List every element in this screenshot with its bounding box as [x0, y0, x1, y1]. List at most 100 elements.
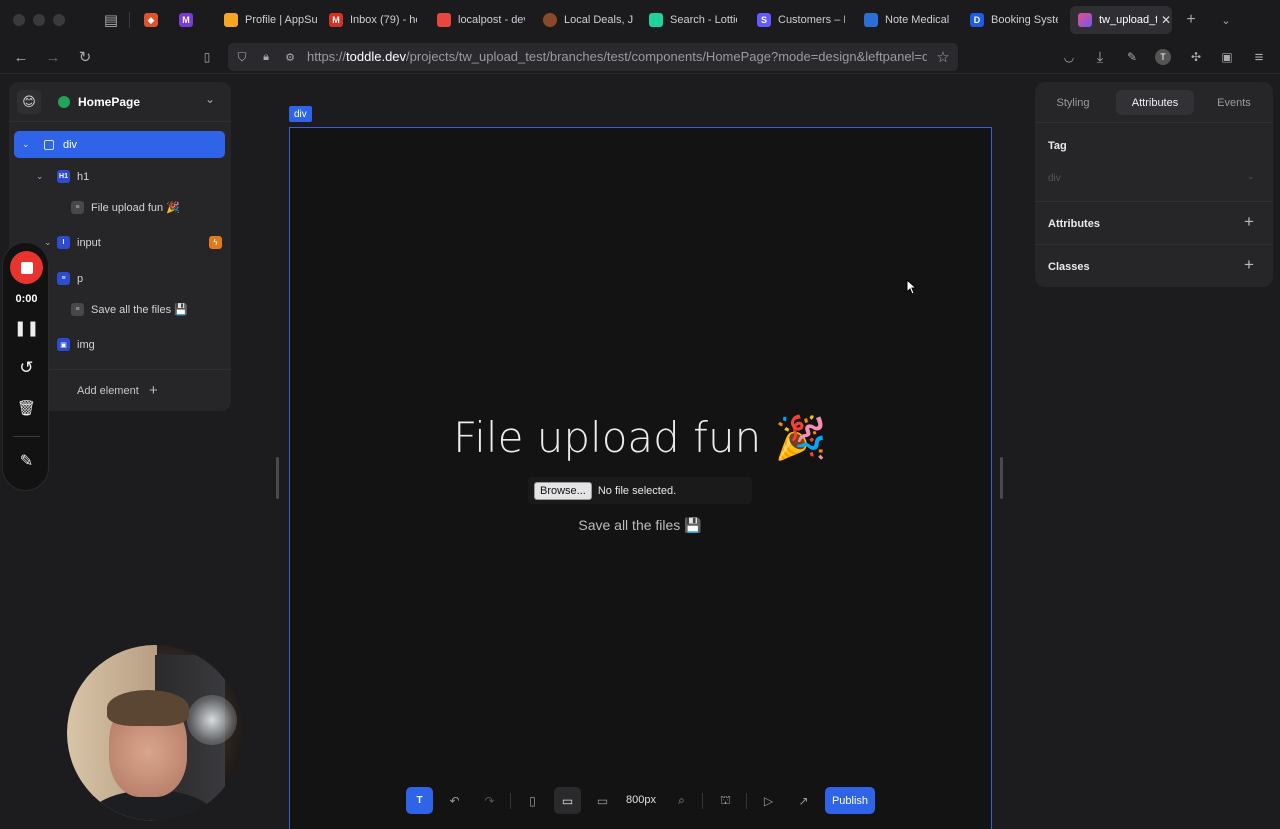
play-icon[interactable]: ▷ — [755, 787, 782, 814]
back-icon[interactable]: ← — [12, 48, 30, 66]
tab-title: localpost - dev — [458, 14, 525, 26]
graduation-cap-icon[interactable]: ⛫ — [712, 787, 739, 814]
tab-favicon — [224, 13, 238, 27]
browser-tab[interactable]: Profile | AppSu — [220, 6, 320, 34]
tree-node-label: File upload fun 🎉 — [91, 202, 180, 214]
reload-icon[interactable]: ↻ — [76, 48, 94, 66]
tab-favicon — [437, 13, 451, 27]
globe-icon — [58, 96, 70, 108]
permissions-icon[interactable]: ⚙ — [282, 49, 298, 65]
tree-node-text[interactable]: ≡ File upload fun 🎉 — [14, 194, 225, 221]
tab-title: Customers – Lo — [778, 14, 845, 26]
tag-label: Tag — [1048, 140, 1067, 152]
window-zoom-button[interactable] — [53, 14, 65, 26]
window-minimize-button[interactable] — [33, 14, 45, 26]
input-icon: I — [57, 236, 70, 249]
attributes-label: Attributes — [1048, 218, 1100, 230]
canvas-toolbar: T ↶ ↷ ▯ ▭ ▭ 800px ⌕ ⛫ ▷ ↗ Publish — [400, 784, 880, 818]
tree-node-label: h1 — [77, 170, 90, 183]
canvas-heading[interactable]: File upload fun 🎉 — [0, 413, 1280, 463]
resize-handle-right[interactable] — [1000, 457, 1003, 499]
stripe-icon: S — [757, 13, 771, 27]
tag-select[interactable]: div — [1048, 173, 1061, 184]
tab-title: Profile | AppSu — [245, 14, 318, 26]
redo-icon[interactable]: ↷ — [476, 787, 503, 814]
canvas-paragraph[interactable]: Save all the files 💾 — [0, 517, 1280, 534]
chevron-down-icon[interactable]: ⌄ — [205, 92, 215, 106]
browser-tab[interactable]: M Inbox (79) - he — [325, 6, 417, 34]
sidebar-icon[interactable]: ▣ — [1218, 48, 1236, 66]
tab-title: Booking Syste — [991, 14, 1058, 26]
forward-icon[interactable]: → — [44, 48, 62, 66]
bookmark-star-icon[interactable]: ☆ — [934, 48, 952, 66]
stop-icon — [20, 261, 33, 274]
window-close-button[interactable] — [13, 14, 25, 26]
publish-button[interactable]: Publish — [825, 787, 875, 814]
gmail-icon: M — [329, 13, 343, 27]
lock-icon[interactable]: 🔒︎ — [258, 49, 274, 65]
tree-node-label: div — [63, 138, 78, 151]
browser-tab[interactable]: Note Medical V — [860, 6, 952, 34]
browser-tab[interactable]: S Customers – Lo — [753, 6, 845, 34]
tablet-view-icon[interactable]: ▭ — [554, 787, 581, 814]
browser-tab[interactable]: D Booking Syste — [966, 6, 1058, 34]
pocket-icon[interactable]: ◡ — [1060, 48, 1078, 66]
zoom-icon[interactable]: ⌕ — [668, 787, 695, 814]
wrench-icon[interactable]: ✎ — [1123, 48, 1141, 66]
browser-tab-active[interactable]: tw_upload_t ✕ — [1070, 6, 1172, 34]
mobile-view-icon[interactable]: ▯ — [519, 787, 546, 814]
extensions-icon[interactable]: ✣ — [1187, 48, 1205, 66]
browser-tab[interactable]: Search - Lottie — [645, 6, 737, 34]
page-name: HomePage — [78, 95, 141, 109]
tab-list-chevron-icon[interactable]: ⌄ — [1217, 11, 1235, 29]
profile-avatar-icon[interactable]: T — [1155, 49, 1171, 65]
download-icon[interactable]: ⤓ — [1091, 48, 1109, 66]
open-external-icon[interactable]: ↗ — [790, 787, 817, 814]
webcam-video[interactable] — [67, 645, 243, 821]
resize-handle-left[interactable] — [276, 457, 279, 499]
chevron-down-icon[interactable]: ⌄ — [1247, 171, 1255, 182]
mouse-cursor-icon — [906, 279, 916, 295]
chevron-down-icon[interactable]: ⌄ — [44, 237, 52, 248]
add-attribute-plus-icon[interactable]: + — [1244, 212, 1254, 232]
desktop-view-icon[interactable]: ▭ — [589, 787, 616, 814]
tree-node-div[interactable]: ⌄ div — [14, 131, 225, 158]
new-tab-icon[interactable]: + — [1182, 11, 1200, 29]
tab-title: Local Deals, Jo — [564, 14, 633, 26]
menu-icon[interactable]: ≡ — [1250, 48, 1268, 66]
tab-close-icon[interactable]: ✕ — [1161, 13, 1171, 27]
url-text[interactable]: https://toddle.dev/projects/tw_upload_te… — [307, 49, 927, 64]
add-element-button[interactable]: Add element — [77, 385, 139, 397]
emoji-button[interactable]: 😊 — [17, 90, 41, 114]
restart-icon[interactable]: ↺ — [3, 358, 50, 378]
add-class-plus-icon[interactable]: + — [1244, 255, 1254, 275]
browse-button[interactable]: Browse... — [534, 481, 592, 500]
tree-node-h1[interactable]: ⌄ H1 h1 — [14, 163, 225, 190]
page-selector[interactable]: 😊 HomePage ⌄ — [9, 82, 231, 122]
tab-events[interactable]: Events — [1205, 90, 1263, 115]
file-input[interactable]: Browse... No file selected. — [528, 477, 752, 504]
box-icon — [44, 139, 54, 150]
undo-icon[interactable]: ↶ — [441, 787, 468, 814]
theme-button[interactable]: T — [406, 787, 433, 814]
canvas-width[interactable]: 800px — [626, 794, 656, 806]
tab-overview-icon[interactable]: ▤ — [101, 11, 121, 29]
chevron-down-icon[interactable]: ⌄ — [22, 139, 30, 150]
inspector-panel: Styling Attributes Events Tag div ⌄ Attr… — [1035, 82, 1273, 287]
pinned-tab-brave[interactable]: ◆ — [140, 6, 162, 34]
browser-tab[interactable]: localpost - dev — [433, 6, 525, 34]
sidebar-toggle-icon[interactable]: ▯ — [198, 48, 216, 66]
plus-icon[interactable]: + — [149, 382, 158, 399]
browser-tab[interactable]: Local Deals, Jo — [539, 6, 633, 34]
stop-recording-button[interactable] — [10, 251, 43, 284]
pinned-tab-gmail[interactable]: M — [175, 6, 197, 34]
pause-icon[interactable]: ❚❚ — [3, 319, 50, 337]
heading-icon: H1 — [57, 170, 70, 183]
tab-title: Search - Lottie — [670, 14, 737, 26]
shield-icon[interactable]: ⛉ — [234, 49, 250, 65]
chevron-down-icon[interactable]: ⌄ — [36, 171, 44, 182]
tree-node-input[interactable]: ⌄ I input ϟ — [14, 229, 225, 256]
tab-attributes[interactable]: Attributes — [1116, 90, 1194, 115]
tab-styling[interactable]: Styling — [1042, 90, 1104, 115]
tab-title: Inbox (79) - he — [350, 14, 417, 26]
